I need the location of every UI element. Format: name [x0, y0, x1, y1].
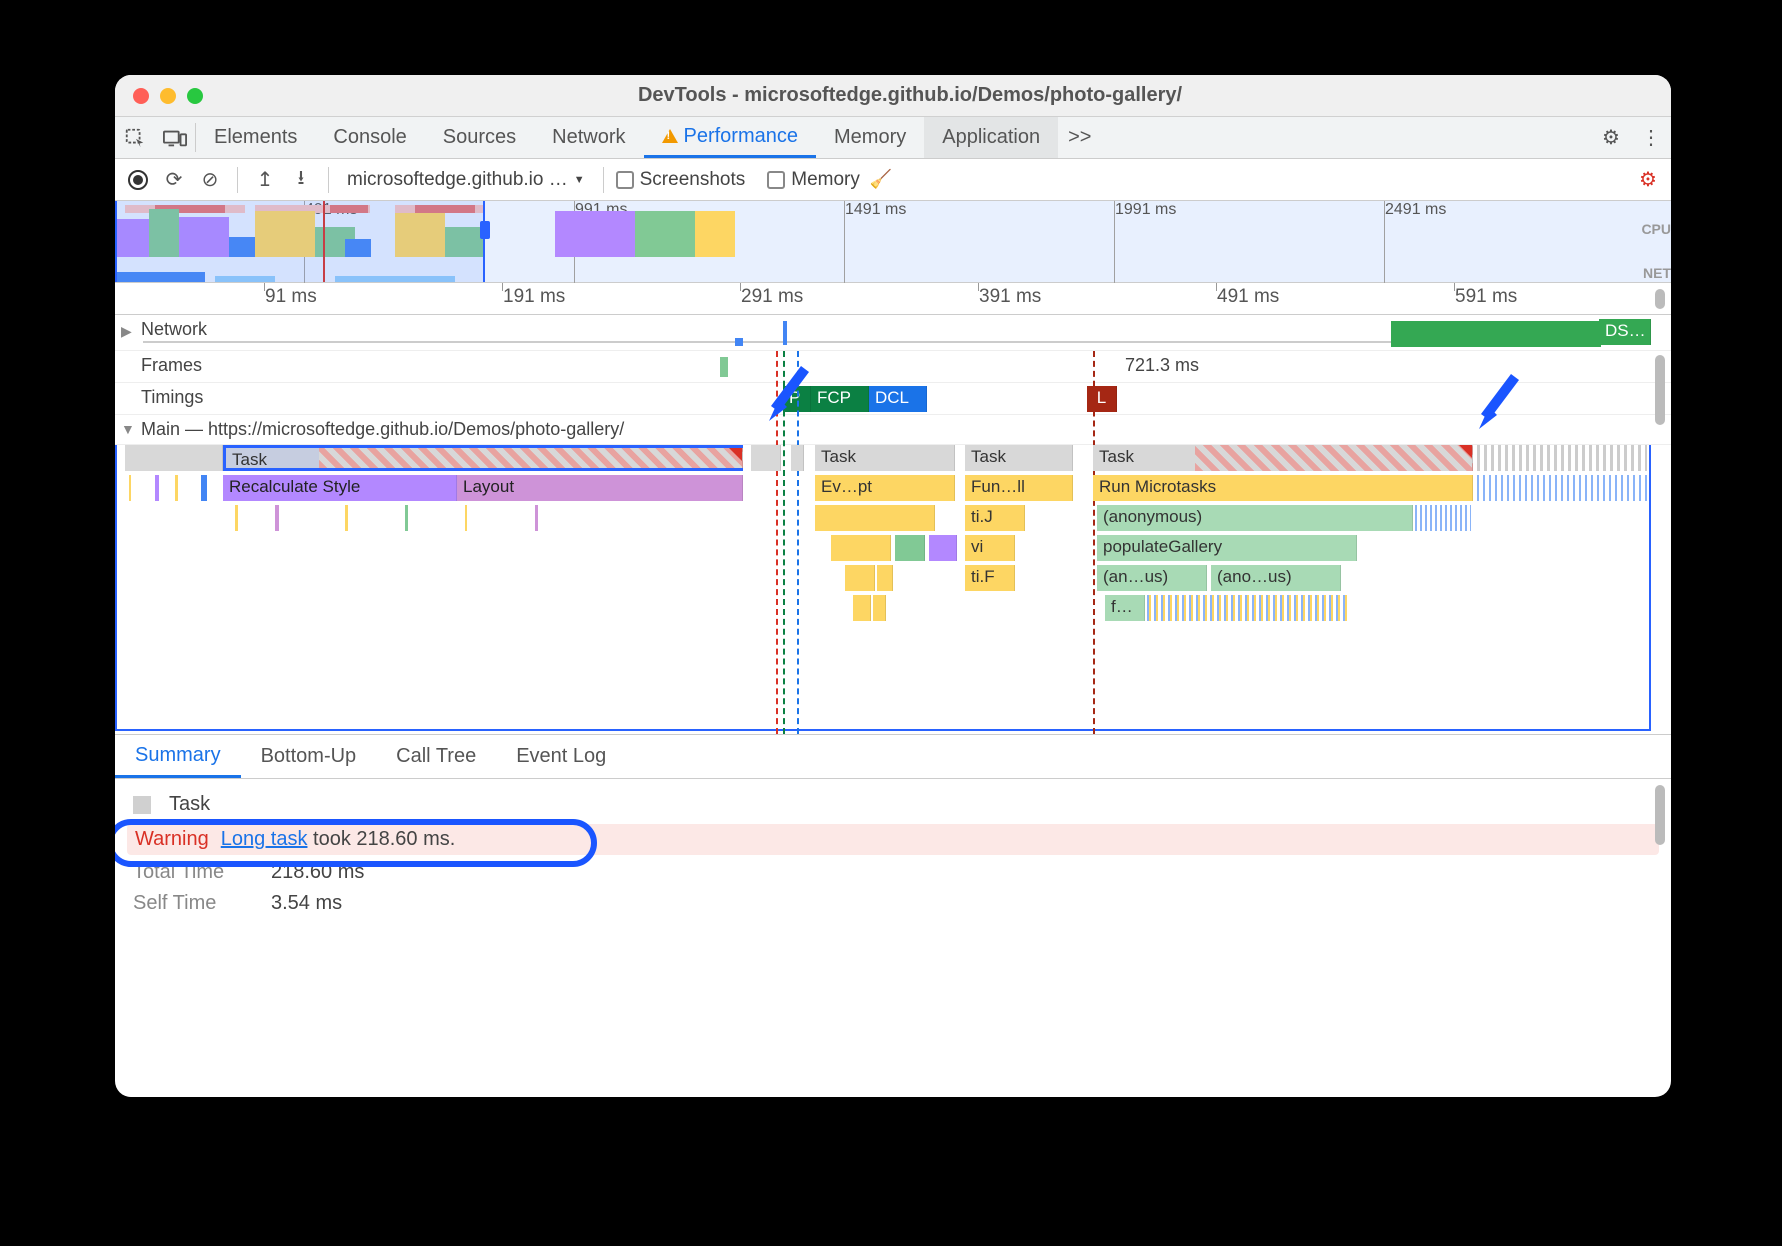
tabs-overflow[interactable]: >> [1058, 117, 1101, 158]
minimize-button[interactable] [160, 88, 176, 104]
upload-icon[interactable]: ↥ [250, 165, 280, 195]
expand-icon[interactable]: ▶ [121, 323, 132, 340]
kebab-icon[interactable]: ⋮ [1631, 117, 1671, 158]
overview-selection[interactable] [115, 201, 485, 282]
anon-us-1[interactable]: (an…us) [1097, 565, 1207, 591]
annotation-arrow-1 [765, 365, 809, 425]
vi[interactable]: vi [965, 535, 1015, 561]
ruler-scrollbar[interactable] [1655, 289, 1665, 309]
download-icon[interactable]: ⭳ [286, 165, 316, 195]
tif[interactable]: ti.F [965, 565, 1015, 591]
total-time-value: 218.60 ms [271, 861, 364, 884]
anon-us-2[interactable]: (ano…us) [1211, 565, 1341, 591]
tab-console[interactable]: Console [315, 117, 424, 158]
tab-call-tree[interactable]: Call Tree [376, 735, 496, 778]
track-frames[interactable]: Frames 721.3 ms [115, 351, 1671, 383]
timing-fcp[interactable]: FCP [811, 386, 869, 412]
self-time-value: 3.54 ms [271, 892, 342, 915]
marker-time: 721.3 ms [1125, 355, 1199, 376]
warning-row: Warning Long task took 218.60 ms. [127, 824, 1659, 855]
timing-l[interactable]: L [1087, 386, 1117, 412]
memory-checkbox[interactable] [767, 171, 785, 189]
details-tabs: Summary Bottom-Up Call Tree Event Log [115, 735, 1671, 779]
traffic-lights [115, 88, 203, 104]
clear-button[interactable]: ⊘ [195, 165, 225, 195]
perf-toolbar: ⟳ ⊘ ↥ ⭳ microsoftedge.github.io …▼ Scree… [115, 159, 1671, 201]
summary-body: Task Warning Long task took 218.60 ms. T… [115, 779, 1671, 937]
tab-application[interactable]: Application [924, 117, 1058, 158]
page-selector-label: microsoftedge.github.io … [347, 169, 568, 191]
titlebar: DevTools - microsoftedge.github.io/Demos… [115, 75, 1671, 117]
task-hatch-2 [1195, 445, 1473, 471]
gc-icon[interactable]: 🧹 [866, 165, 896, 195]
overview-cpu-label: CPU [1631, 221, 1671, 237]
warning-label: Warning [135, 828, 209, 851]
annotation-arrow-2 [1475, 373, 1519, 433]
populate-gallery[interactable]: populateGallery [1097, 535, 1357, 561]
ruler[interactable]: 91 ms 191 ms 291 ms 391 ms 491 ms 591 ms [115, 283, 1671, 315]
warning-icon [662, 129, 678, 143]
run-microtasks[interactable]: Run Microtasks [1093, 475, 1473, 501]
task-bar-2[interactable]: Task [815, 445, 955, 471]
task-swatch [133, 796, 151, 814]
flamechart-scrollbar[interactable] [1655, 355, 1665, 425]
tab-bottom-up[interactable]: Bottom-Up [241, 735, 377, 778]
capture-settings-icon[interactable]: ⚙ [1633, 165, 1663, 195]
timing-dcl[interactable]: DCL [869, 386, 927, 412]
overview-net-label: NET [1631, 265, 1671, 281]
track-network[interactable]: ▶ Network DS… [115, 315, 1671, 351]
network-bar-ds[interactable]: DS… [1599, 319, 1651, 345]
overview-handle-right[interactable] [480, 221, 490, 239]
warning-text: took 218.60 ms. [307, 828, 455, 850]
collapse-icon[interactable]: ▼ [121, 421, 135, 437]
tab-summary[interactable]: Summary [115, 735, 241, 778]
screenshots-checkbox[interactable] [616, 171, 634, 189]
summary-scrollbar[interactable] [1655, 785, 1665, 845]
long-task-link[interactable]: Long task [221, 828, 308, 850]
total-time-label: Total Time [133, 861, 253, 884]
tab-event-log[interactable]: Event Log [496, 735, 626, 778]
memory-label: Memory [791, 169, 860, 191]
devtools-window: DevTools - microsoftedge.github.io/Demos… [115, 75, 1671, 1097]
inspect-icon[interactable] [115, 117, 155, 158]
screenshots-label: Screenshots [640, 169, 746, 191]
record-button[interactable] [123, 165, 153, 195]
tab-performance-label: Performance [684, 125, 799, 148]
page-selector[interactable]: microsoftedge.github.io …▼ [341, 169, 591, 191]
tab-elements[interactable]: Elements [196, 117, 315, 158]
ev-script[interactable]: Ev…pt [815, 475, 955, 501]
device-icon[interactable] [155, 117, 195, 158]
tab-network[interactable]: Network [534, 117, 643, 158]
fun-call[interactable]: Fun…ll [965, 475, 1073, 501]
flamechart[interactable]: ▶ Network DS… Frames 721.3 ms Timings P … [115, 315, 1671, 735]
self-time-label: Self Time [133, 892, 253, 915]
window-title: DevTools - microsoftedge.github.io/Demos… [203, 84, 1671, 107]
track-main-header[interactable]: ▼ Main — https://microsoftedge.github.io… [115, 415, 1671, 445]
layout[interactable]: Layout [457, 475, 743, 501]
task-hatch [319, 448, 743, 468]
tab-memory[interactable]: Memory [816, 117, 924, 158]
recalc-style[interactable]: Recalculate Style [223, 475, 457, 501]
tab-sources[interactable]: Sources [425, 117, 534, 158]
task-bar[interactable] [125, 445, 223, 471]
track-timings[interactable]: Timings P FCP DCL L [115, 383, 1671, 415]
close-button[interactable] [133, 88, 149, 104]
panel-tabs: Elements Console Sources Network Perform… [115, 117, 1671, 159]
zoom-button[interactable] [187, 88, 203, 104]
overview-timeline[interactable]: 491 ms 991 ms 1491 ms 1991 ms 2491 ms [115, 201, 1671, 283]
tab-performance[interactable]: Performance [644, 117, 817, 158]
settings-icon[interactable]: ⚙ [1591, 117, 1631, 158]
summary-task-label: Task [169, 793, 210, 816]
anonymous[interactable]: (anonymous) [1097, 505, 1413, 531]
tij[interactable]: ti.J [965, 505, 1025, 531]
reload-record-button[interactable]: ⟳ [159, 165, 189, 195]
task-bar-3[interactable]: Task [965, 445, 1073, 471]
f[interactable]: f… [1105, 595, 1145, 621]
